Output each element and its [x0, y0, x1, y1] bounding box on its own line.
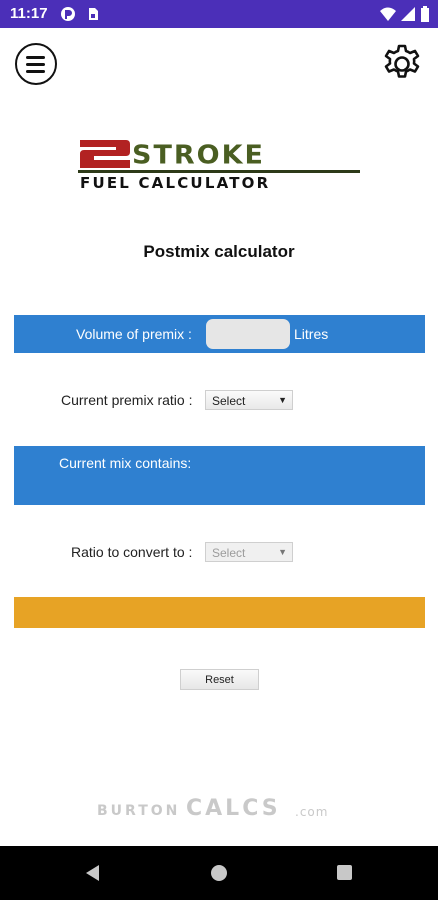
- gear-icon[interactable]: [380, 43, 424, 87]
- signal-icon: [401, 7, 415, 21]
- footer-brand-a: BURTON: [97, 803, 181, 819]
- wifi-icon: [380, 7, 396, 21]
- notification-icon: [61, 7, 75, 21]
- system-nav-bar: [0, 846, 438, 900]
- volume-unit: Litres: [294, 326, 329, 342]
- menu-line: [26, 70, 45, 73]
- recent-apps-icon[interactable]: [337, 865, 352, 880]
- result-band: [14, 597, 425, 628]
- menu-button[interactable]: [15, 43, 57, 85]
- dropdown-arrow-icon: ▼: [278, 547, 287, 557]
- home-icon[interactable]: [211, 865, 227, 881]
- current-ratio-label: Current premix ratio :: [61, 392, 193, 408]
- app-logo: STROKE FUEL CALCULATOR: [78, 138, 360, 196]
- dropdown-arrow-icon: ▼: [278, 395, 287, 405]
- footer-brand-c: .com: [295, 805, 329, 819]
- mix-result-band: Current mix contains:: [14, 446, 425, 505]
- current-ratio-select[interactable]: Select ▼: [205, 390, 293, 410]
- mix-label: Current mix contains:: [59, 455, 192, 471]
- back-icon[interactable]: [84, 864, 102, 882]
- current-ratio-value: Select: [212, 394, 246, 408]
- status-bar: 11:17: [0, 0, 438, 28]
- logo-divider: [78, 170, 360, 173]
- convert-ratio-label: Ratio to convert to :: [71, 544, 193, 560]
- volume-label: Volume of premix :: [76, 326, 192, 342]
- footer-brand-b: CALCS: [186, 796, 281, 821]
- menu-line: [26, 63, 45, 66]
- reset-button[interactable]: Reset: [180, 669, 259, 690]
- volume-input[interactable]: [206, 319, 290, 349]
- footer-logo: BURTON CALCS .com: [97, 796, 347, 821]
- convert-ratio-value: Select: [212, 546, 246, 560]
- status-time: 11:17: [10, 5, 48, 22]
- page-title: Postmix calculator: [143, 242, 295, 261]
- menu-line: [26, 56, 45, 59]
- sim-card-icon: [89, 8, 98, 20]
- logo-numeral-2: [80, 140, 130, 168]
- battery-icon: [421, 6, 429, 22]
- convert-ratio-select[interactable]: Select ▼: [205, 542, 293, 562]
- logo-subtitle: FUEL CALCULATOR: [80, 174, 271, 192]
- logo-word: STROKE: [132, 140, 265, 171]
- volume-band: Volume of premix : Litres: [14, 315, 425, 353]
